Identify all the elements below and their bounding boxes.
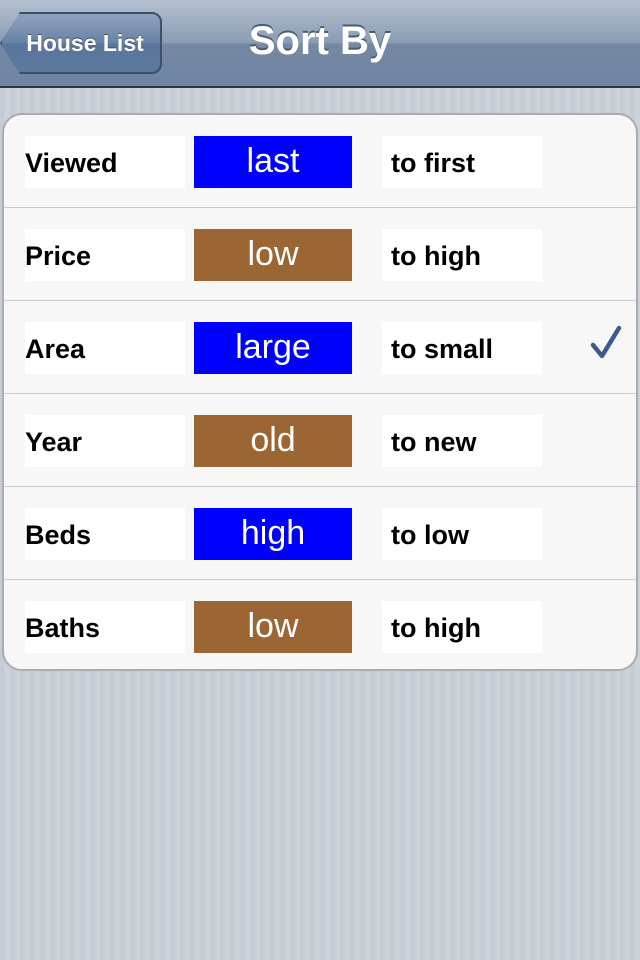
- sort-direction-pill: last: [194, 136, 352, 188]
- sort-direction-suffix: to low: [382, 508, 542, 560]
- sort-row-price[interactable]: Price low to high: [4, 208, 636, 301]
- sort-row-label: Area: [25, 322, 185, 374]
- page-title: Sort By: [248, 19, 392, 63]
- sort-direction-pill: high: [194, 508, 352, 560]
- sort-row-beds[interactable]: Beds high to low: [4, 487, 636, 580]
- sort-direction-suffix: to high: [382, 229, 542, 281]
- sort-direction-pill: low: [194, 601, 352, 653]
- sort-row-area[interactable]: Area large to small: [4, 301, 636, 394]
- sort-row-label: Year: [25, 415, 185, 467]
- sort-options-table: Viewed last to first Price low to high A…: [2, 113, 638, 671]
- sort-row-label: Beds: [25, 508, 185, 560]
- sort-direction-pill: old: [194, 415, 352, 467]
- sort-direction-suffix: to small: [382, 322, 542, 374]
- sort-direction-pill: large: [194, 322, 352, 374]
- sort-direction-suffix: to high: [382, 601, 542, 653]
- checkmark-icon: [590, 325, 622, 359]
- sort-row-label: Baths: [25, 601, 185, 653]
- sort-direction-suffix: to new: [382, 415, 542, 467]
- sort-direction-suffix: to first: [382, 136, 542, 188]
- sort-row-label: Price: [25, 229, 185, 281]
- sort-row-baths[interactable]: Baths low to high: [4, 580, 636, 669]
- sort-row-year[interactable]: Year old to new: [4, 394, 636, 487]
- sort-direction-pill: low: [194, 229, 352, 281]
- navigation-bar: House List Sort By: [0, 0, 640, 88]
- sort-row-label: Viewed: [25, 136, 185, 188]
- sort-row-viewed[interactable]: Viewed last to first: [4, 115, 636, 208]
